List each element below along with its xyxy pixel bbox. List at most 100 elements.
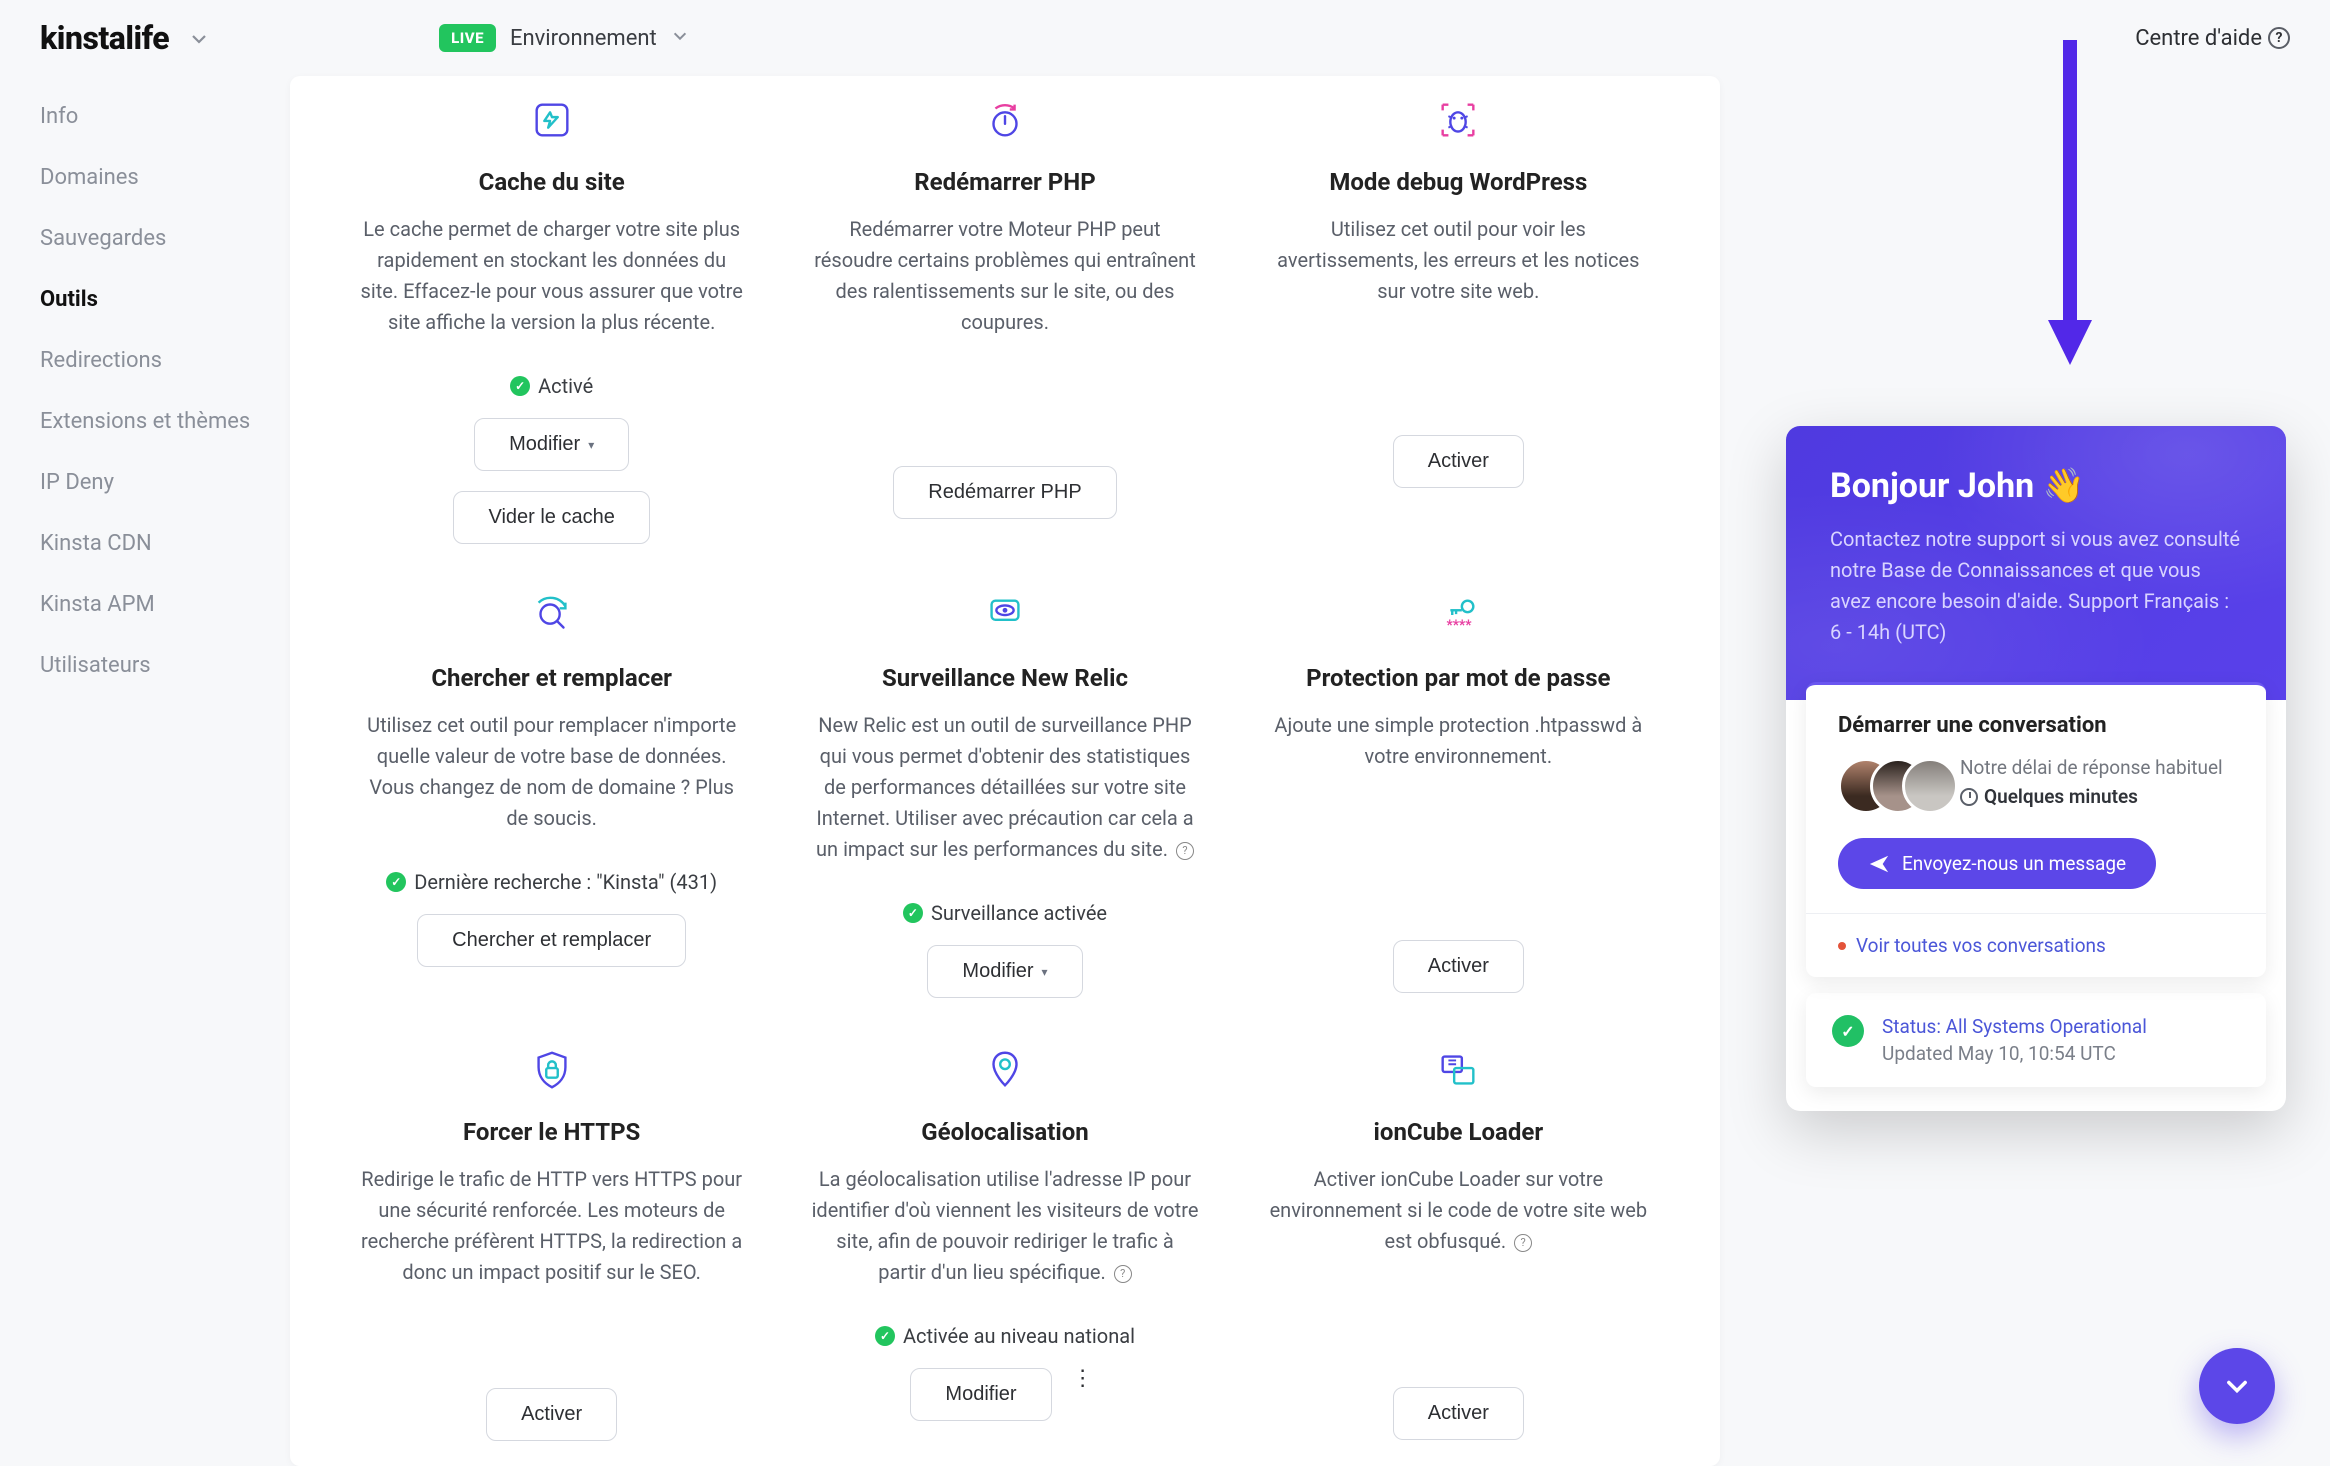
chat-start-card: Démarrer une conversation Notre délai de… [1806,682,2266,977]
chat-header: Bonjour John 👋 Contactez notre support s… [1786,426,2286,700]
tool-card-ioncube: ionCube Loader Activer ionCube Loader su… [1237,1042,1680,1441]
activate-button[interactable]: Activer [1393,435,1524,488]
tool-card-https: Forcer le HTTPS Redirige le trafic de HT… [330,1042,773,1441]
tool-desc: Ajoute une simple protection .htpasswd à… [1265,710,1652,772]
sidebar-item-tools[interactable]: Outils [40,269,270,330]
caret-down-icon: ▾ [1042,965,1048,979]
chevron-down-icon [2223,1372,2251,1400]
tool-desc: Activer ionCube Loader sur votre environ… [1265,1164,1652,1257]
modify-button[interactable]: Modifier ▾ [474,418,629,471]
tool-card-cache: Cache du site Le cache permet de charger… [330,92,773,544]
main-panel: Cache du site Le cache permet de charger… [290,76,1720,1466]
tool-status: ✓ Activée au niveau national [811,1324,1198,1348]
svg-text:****: **** [1447,618,1473,633]
info-icon[interactable]: ? [1176,842,1194,860]
tool-status: ✓ Activé [358,374,745,398]
check-icon: ✓ [903,903,923,923]
cache-icon [524,92,580,148]
activate-button[interactable]: Activer [1393,940,1524,993]
cube-icon [1430,1042,1486,1098]
send-message-button[interactable]: Envoyez-nous un message [1838,838,2156,889]
all-conversations-link: Voir toutes vos conversations [1856,934,2106,957]
response-label: Notre délai de réponse habituel [1960,756,2223,779]
help-label: Centre d'aide [2135,26,2262,51]
env-label: Environnement [510,26,657,51]
tool-card-search-replace: Chercher et remplacer Utilisez cet outil… [330,588,773,998]
tool-desc: Utilisez cet outil pour voir les avertis… [1265,214,1652,307]
monitor-icon [977,588,1033,644]
activate-button[interactable]: Activer [1393,1387,1524,1440]
tool-status: ✓ Surveillance activée [811,901,1198,925]
sidebar-item-apm[interactable]: Kinsta APM [40,574,270,635]
topbar: kinstalife LIVE Environnement Centre d'a… [0,0,2330,76]
restart-php-button[interactable]: Redémarrer PHP [893,466,1116,519]
check-icon: ✓ [386,872,406,892]
sidebar: Info Domaines Sauvegardes Outils Redirec… [40,86,270,696]
chat-subtext: Contactez notre support si vous avez con… [1830,524,2242,648]
status-text: Status: All Systems Operational [1882,1015,2147,1038]
agent-avatars [1838,756,1938,816]
search-replace-icon [524,588,580,644]
sidebar-item-redirects[interactable]: Redirections [40,330,270,391]
chat-widget: Bonjour John 👋 Contactez notre support s… [1786,426,2286,1111]
tool-desc: Le cache permet de charger votre site pl… [358,214,745,338]
info-icon[interactable]: ? [1114,1265,1132,1283]
tool-card-newrelic: Surveillance New Relic New Relic est un … [783,588,1226,998]
location-pin-icon [977,1042,1033,1098]
tool-desc: La géolocalisation utilise l'adresse IP … [811,1164,1198,1288]
shield-lock-icon [524,1042,580,1098]
sidebar-item-info[interactable]: Info [40,86,270,147]
chat-greeting: Bonjour John 👋 [1830,466,2242,506]
response-time: Quelques minutes [1960,785,2223,808]
brand-caret-icon[interactable] [189,19,209,57]
tool-desc: Utilisez cet outil pour remplacer n'impo… [358,710,745,834]
modify-button[interactable]: Modifier [910,1368,1051,1421]
help-link[interactable]: Centre d'aide ? [2135,26,2290,51]
restart-icon [977,92,1033,148]
password-icon: **** [1430,588,1486,644]
sidebar-item-domains[interactable]: Domaines [40,147,270,208]
help-icon: ? [2268,27,2290,49]
tool-desc: Redémarrer votre Moteur PHP peut résoudr… [811,214,1198,338]
avatar [1902,758,1958,814]
chat-toggle-fab[interactable] [2199,1348,2275,1424]
notification-dot-icon [1838,942,1846,950]
tool-title: Cache du site [358,168,745,196]
sidebar-item-backups[interactable]: Sauvegardes [40,208,270,269]
tool-title: Protection par mot de passe [1265,664,1652,692]
tool-title: Géolocalisation [811,1118,1198,1146]
chat-card-title: Démarrer une conversation [1838,713,2234,738]
send-icon [1868,853,1890,875]
tool-title: ionCube Loader [1265,1118,1652,1146]
brand-name: kinstalife [40,19,169,57]
tool-title: Mode debug WordPress [1265,168,1652,196]
tool-card-restart-php: Redémarrer PHP Redémarrer votre Moteur P… [783,92,1226,544]
tool-desc: New Relic est un outil de surveillance P… [811,710,1198,865]
live-badge: LIVE [439,24,496,52]
environment-selector[interactable]: LIVE Environnement [439,24,689,52]
check-icon: ✓ [875,1326,895,1346]
caret-down-icon: ▾ [588,438,594,452]
search-replace-button[interactable]: Chercher et remplacer [417,914,686,967]
check-icon: ✓ [510,376,530,396]
status-card[interactable]: ✓ Status: All Systems Operational Update… [1806,993,2266,1087]
sidebar-item-cdn[interactable]: Kinsta CDN [40,513,270,574]
sidebar-item-users[interactable]: Utilisateurs [40,635,270,696]
tool-desc: Redirige le trafic de HTTP vers HTTPS po… [358,1164,745,1288]
clock-icon [1960,788,1978,806]
tool-title: Forcer le HTTPS [358,1118,745,1146]
sidebar-item-plugins[interactable]: Extensions et thèmes [40,391,270,452]
tool-status: ✓ Dernière recherche : "Kinsta" (431) [358,870,745,894]
tools-grid: Cache du site Le cache permet de charger… [330,76,1680,1441]
clear-cache-button[interactable]: Vider le cache [453,491,649,544]
annotation-arrow-icon [2040,30,2100,370]
brand[interactable]: kinstalife [40,19,209,57]
sidebar-item-ipdeny[interactable]: IP Deny [40,452,270,513]
chevron-down-icon [671,27,689,49]
chat-card-footer[interactable]: Voir toutes vos conversations [1806,913,2266,977]
activate-button[interactable]: Activer [486,1388,617,1441]
modify-button[interactable]: Modifier ▾ [927,945,1082,998]
more-menu-icon[interactable]: ⋮ [1066,1368,1100,1421]
status-updated: Updated May 10, 10:54 UTC [1882,1042,2147,1065]
info-icon[interactable]: ? [1514,1234,1532,1252]
